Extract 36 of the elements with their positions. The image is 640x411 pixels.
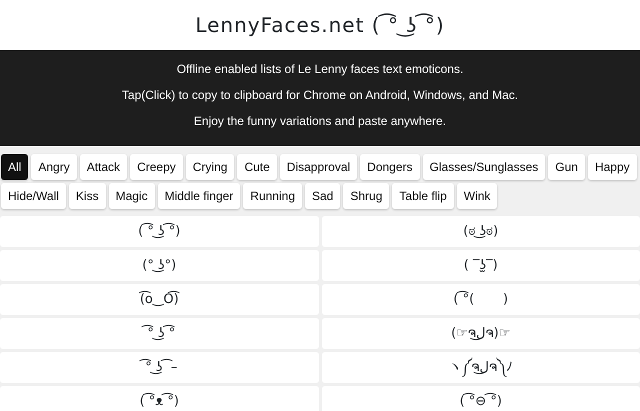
- intro-text: Offline enabled lists of Le Lenny faces text emoticons.: [176, 61, 464, 78]
- category-tab[interactable]: Dongers: [360, 154, 420, 180]
- category-tab[interactable]: Magic: [108, 183, 155, 209]
- category-tab[interactable]: Angry: [31, 154, 77, 180]
- face-item[interactable]: (͡o‿O͡): [0, 284, 318, 315]
- category-tab[interactable]: All: [1, 154, 28, 180]
- category-tab[interactable]: Disapproval: [280, 154, 358, 180]
- intro-text: Tap(Click) to copy to clipboard for Chrome on Android, Windows, and Mac.: [120, 87, 520, 104]
- category-tab[interactable]: Attack: [80, 154, 128, 180]
- face-item[interactable]: (☞ຈل͜ຈ)☞: [322, 318, 640, 349]
- category-tab[interactable]: Running: [243, 183, 302, 209]
- category-tab[interactable]: Shrug: [343, 183, 390, 209]
- category-tab[interactable]: Creepy: [130, 154, 183, 180]
- face-item[interactable]: ( ͡°ᴥ ͡°): [0, 386, 318, 411]
- category-tab[interactable]: Sad: [305, 183, 340, 209]
- intro-text: Enjoy the funny variations and paste anywhere.: [192, 113, 448, 130]
- face-item[interactable]: ヽ༼ຈل͜ຈ༽ﾉ: [322, 352, 640, 383]
- face-item[interactable]: ͡° ͜ʖ ͡°: [0, 318, 318, 349]
- face-item[interactable]: ( ͡°⊖ ͡°): [322, 386, 640, 411]
- site-title: LennyFaces.net ( ͡° ͜ʖ ͡°): [195, 12, 445, 39]
- face-item[interactable]: (° ͜ʖ°): [0, 250, 318, 281]
- category-tab[interactable]: Gun: [548, 154, 585, 180]
- category-tab[interactable]: Wink: [456, 183, 498, 209]
- face-item[interactable]: ͡° ͜ʖ ͡ –: [0, 352, 318, 383]
- category-tab[interactable]: Glasses/Sunglasses: [422, 154, 546, 180]
- category-tab[interactable]: Crying: [186, 154, 234, 180]
- category-tab[interactable]: Kiss: [68, 183, 106, 209]
- face-item[interactable]: ( ‾ʖ̫‾): [322, 250, 640, 281]
- face-item[interactable]: (ಠ ͜ʖಠ): [322, 216, 640, 247]
- face-item[interactable]: ( ͡°( ): [322, 284, 640, 315]
- category-tab[interactable]: Hide/Wall: [1, 183, 66, 209]
- category-tab[interactable]: Happy: [588, 154, 637, 180]
- face-item[interactable]: ( ͡° ͜ʖ ͡°): [0, 216, 318, 247]
- category-tab[interactable]: Table flip: [392, 183, 454, 209]
- category-tab[interactable]: Cute: [237, 154, 277, 180]
- category-tab[interactable]: Middle finger: [158, 183, 240, 209]
